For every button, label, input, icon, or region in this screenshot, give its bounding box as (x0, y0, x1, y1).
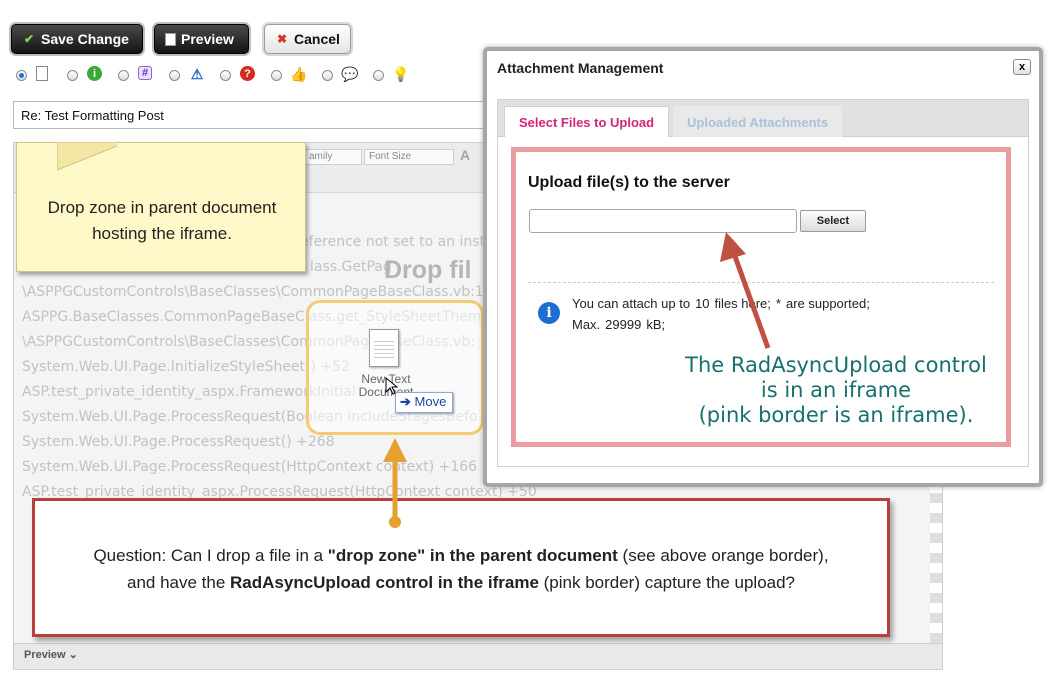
message-icon-radio[interactable] (169, 70, 180, 81)
divider (528, 282, 994, 283)
question-emphasis: RadAsyncUpload control in the iframe (230, 573, 539, 592)
preview-tab[interactable]: Preview ⌄ (24, 648, 78, 661)
cancel-label: Cancel (294, 31, 340, 47)
message-icon-radio[interactable] (373, 70, 384, 81)
file-upload-input[interactable] (529, 209, 797, 233)
info-suffix: are supported; (785, 296, 870, 311)
tab-label: Select Files to Upload (519, 115, 655, 130)
message-icon-radio[interactable] (220, 70, 231, 81)
note-line: Drop zone in parent document (47, 198, 277, 217)
message-icon-radio[interactable] (271, 70, 282, 81)
checkmark-icon: ✔ (23, 32, 35, 46)
speech-bubble-icon: 💬 (341, 65, 359, 82)
code-line: System.Web.UI.Page.ProcessRequest() +268 (22, 434, 335, 450)
cancel-button[interactable]: ✖ Cancel (264, 24, 351, 54)
question-callout: Question: Can I drop a file in a "drop z… (32, 498, 890, 637)
message-icon-radio[interactable] (67, 70, 78, 81)
preview-tab-label: Preview (24, 649, 66, 661)
file-types: * (775, 296, 781, 311)
question-emphasis: "drop zone" in the parent document (327, 546, 618, 565)
question-part: (pink border) capture the upload? (538, 573, 796, 592)
subject-input[interactable] (13, 101, 493, 129)
info-prefix: You can attach up to (572, 296, 691, 311)
chevron-down-icon: ⌄ (68, 649, 78, 661)
drop-zone-note-text: Drop zone in parent document hosting the… (17, 195, 307, 247)
close-button[interactable]: x (1013, 59, 1031, 75)
warning-icon: ⚠ (190, 65, 204, 82)
select-button[interactable]: Select (800, 210, 866, 232)
max-size: 29999 (605, 317, 642, 332)
font-size-dropdown[interactable]: Font Size (364, 149, 454, 165)
max-label: Max. (572, 317, 601, 332)
info-middle: files here; (714, 296, 771, 311)
lightbulb-icon: 💡 (392, 65, 410, 82)
code-line: System.Web.UI.Page.ProcessRequest(HttpCo… (22, 459, 478, 475)
code-line: \ASPPGCustomControls\BaseClasses\CommonP… (22, 284, 484, 300)
editor-bottom-bar: Preview ⌄ (14, 643, 942, 669)
note-fold-icon (57, 142, 117, 171)
tab-select-files[interactable]: Select Files to Upload (504, 106, 670, 138)
preview-button[interactable]: Preview (154, 24, 249, 54)
message-icon-radio[interactable] (118, 70, 129, 81)
font-family-dropdown[interactable]: amily (304, 149, 362, 165)
dialog-tabstrip: Select Files to Upload Uploaded Attachme… (497, 99, 1029, 138)
cancel-x-icon: ✖ (276, 32, 288, 46)
thumbs-up-icon: 👍 (290, 65, 308, 82)
upload-title: Upload file(s) to the server (528, 174, 730, 191)
save-change-label: Save Change (41, 31, 129, 47)
message-icon-radio[interactable] (16, 70, 27, 81)
max-files: 10 (695, 296, 710, 311)
code-line: lass.GetPag (310, 259, 392, 275)
upload-limits-text: You can attach up to 10 files here; * are su… (572, 293, 870, 335)
parent-drop-zone[interactable]: New Text Document ➔ Move (306, 300, 484, 435)
move-badge: ➔ Move (395, 392, 454, 413)
code-line: eference not set to an inst (300, 234, 486, 250)
save-change-button[interactable]: ✔ Save Change (11, 24, 143, 54)
close-icon: x (1018, 61, 1026, 73)
message-icon-radio[interactable] (322, 70, 333, 81)
cursor-icon (385, 377, 399, 395)
question-text: Question: Can I drop a file in a "drop z… (45, 542, 877, 596)
hash-icon: # (138, 66, 152, 80)
document-icon (36, 66, 48, 81)
question-part: Question: Can I drop a file in a (93, 546, 328, 565)
drop-files-hint: Drop fil (384, 256, 472, 284)
arrow-right-icon: ➔ (400, 394, 411, 409)
size-unit: kB; (646, 317, 666, 332)
drop-zone-note: Drop zone in parent document hosting the… (16, 142, 306, 272)
preview-label: Preview (181, 31, 234, 47)
note-line: hosting the iframe. (92, 224, 232, 243)
question-part: (see above orange border), (617, 546, 829, 565)
info-icon: i (87, 66, 102, 81)
annotation-line: The RadAsyncUpload control (685, 353, 987, 377)
move-label: Move (414, 394, 447, 409)
attachment-management-dialog: Attachment Management x Select Files to … (483, 47, 1043, 487)
question-part: and have the (126, 573, 231, 592)
question-icon: ? (240, 66, 255, 81)
preview-document-icon (165, 32, 176, 46)
annotation-line: is in an iframe (760, 378, 912, 402)
tab-uploaded-attachments[interactable]: Uploaded Attachments (673, 106, 843, 138)
upload-iframe: Upload file(s) to the server Select i Yo… (511, 147, 1011, 447)
dialog-title: Attachment Management (497, 60, 664, 76)
annotation-line: (pink border is an iframe). (698, 403, 974, 427)
code-line: System.Web.UI.Page.InitializeStyleSheet(… (22, 359, 350, 375)
iframe-annotation: The RadAsyncUpload control is in an ifra… (676, 353, 996, 428)
font-color-icon[interactable]: A (460, 147, 470, 163)
tab-label: Uploaded Attachments (687, 114, 829, 130)
info-icon: i (538, 302, 560, 324)
text-file-icon (369, 329, 399, 367)
